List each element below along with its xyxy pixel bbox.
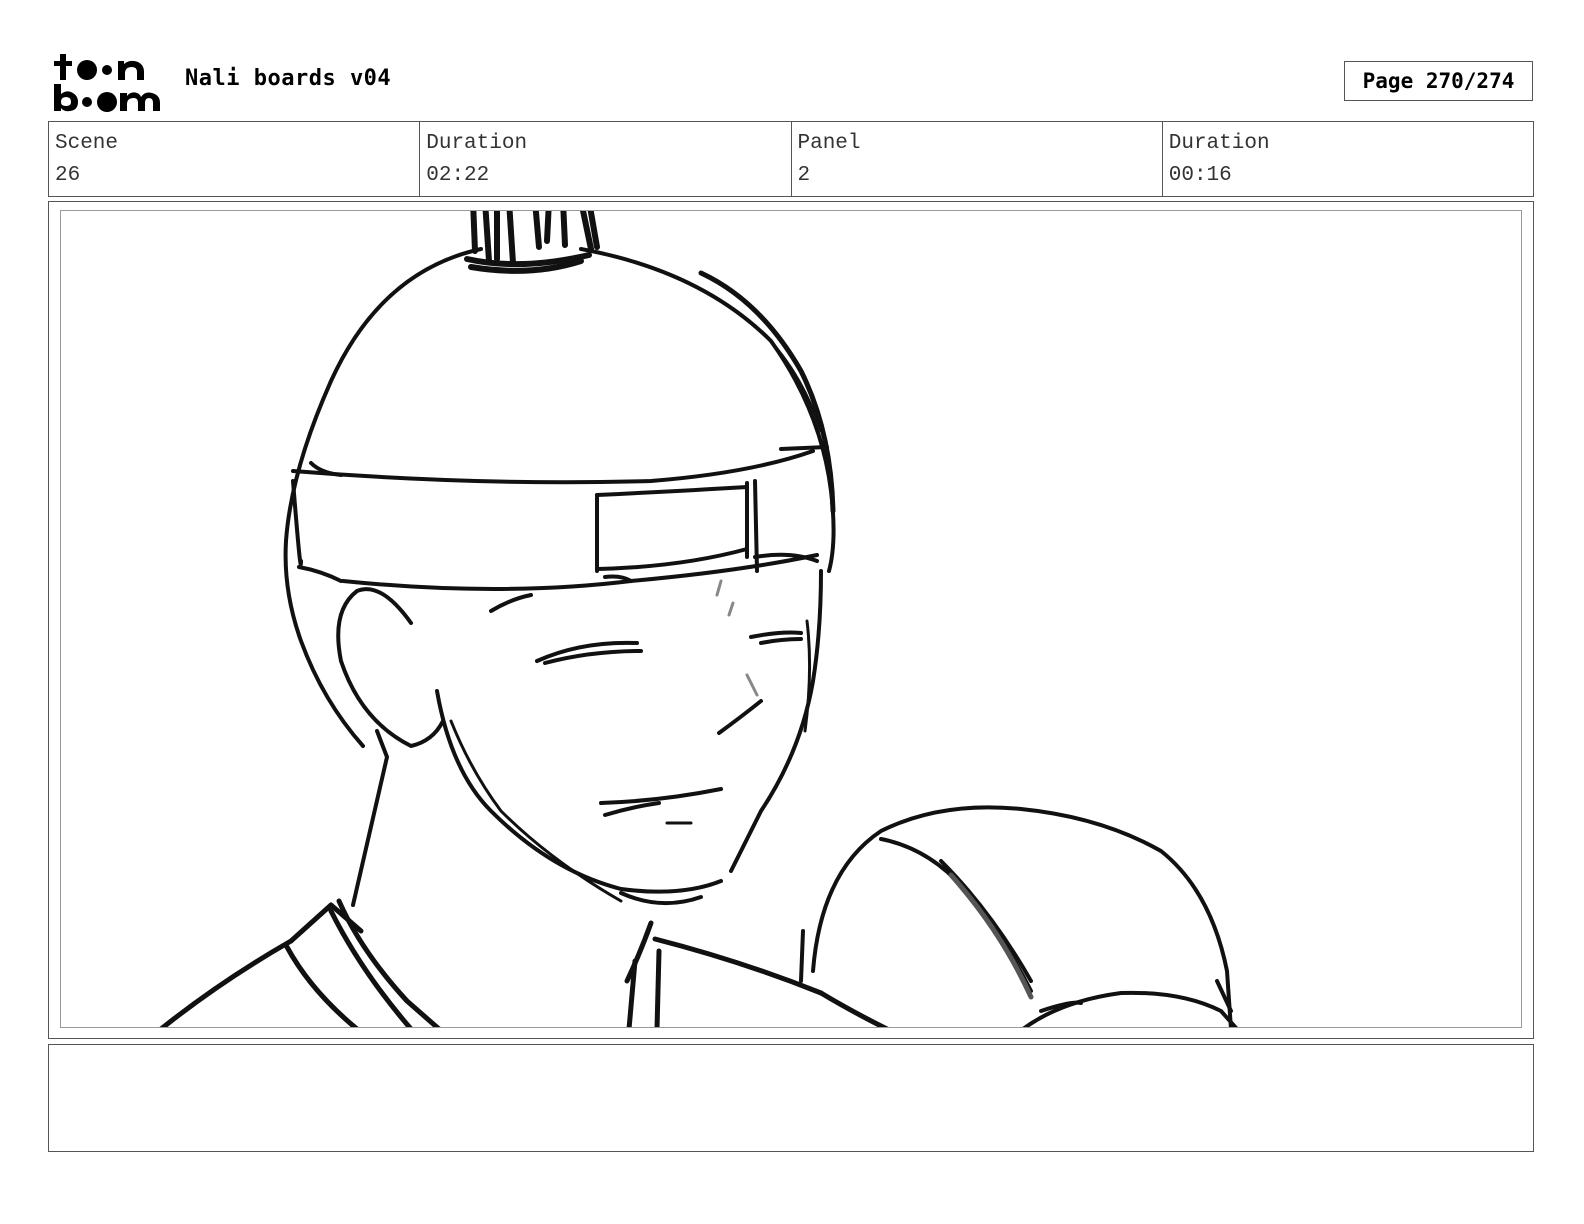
- panel-label: Panel: [797, 132, 861, 155]
- collar: [159, 898, 889, 1027]
- scene-info-table: Scene 26 Duration 02:22 Panel 2 Duration…: [48, 121, 1534, 197]
- page-number-label: Page 270/274: [1362, 69, 1515, 93]
- head-outline: [283, 247, 483, 748]
- nose: [717, 699, 763, 735]
- head-back: [579, 247, 836, 573]
- face-contour: [435, 689, 723, 894]
- document-title: Nali boards v04: [185, 66, 392, 91]
- panel-duration-label: Duration: [1168, 132, 1270, 155]
- hair-topknot: [464, 211, 600, 274]
- scene-label: Scene: [55, 132, 119, 155]
- headband: [291, 445, 829, 591]
- panel-frame: [48, 201, 1534, 1039]
- panel-cell: Panel 2: [792, 122, 1163, 196]
- panel-duration-value: 00:16: [1168, 164, 1232, 187]
- panel-duration-cell: Duration 00:16: [1163, 122, 1533, 196]
- mouth: [599, 787, 723, 805]
- scene-duration-label: Duration: [426, 132, 528, 155]
- scene-cell: Scene 26: [49, 122, 421, 196]
- scene-duration-value: 02:22: [426, 164, 490, 187]
- storyboard-image: [60, 210, 1522, 1028]
- scene-value: 26: [55, 164, 81, 187]
- page-number-box: Page 270/274: [1344, 61, 1533, 101]
- neck: [351, 729, 389, 907]
- toon-boom-logo: [52, 52, 164, 112]
- storyboard-sketch: [159, 211, 1238, 1027]
- toon-boom-logo-icon: [54, 54, 160, 112]
- panel-value: 2: [797, 164, 811, 187]
- ear: [336, 587, 445, 748]
- scene-duration-cell: Duration 02:22: [420, 122, 792, 196]
- panel-notes-box: [48, 1044, 1534, 1152]
